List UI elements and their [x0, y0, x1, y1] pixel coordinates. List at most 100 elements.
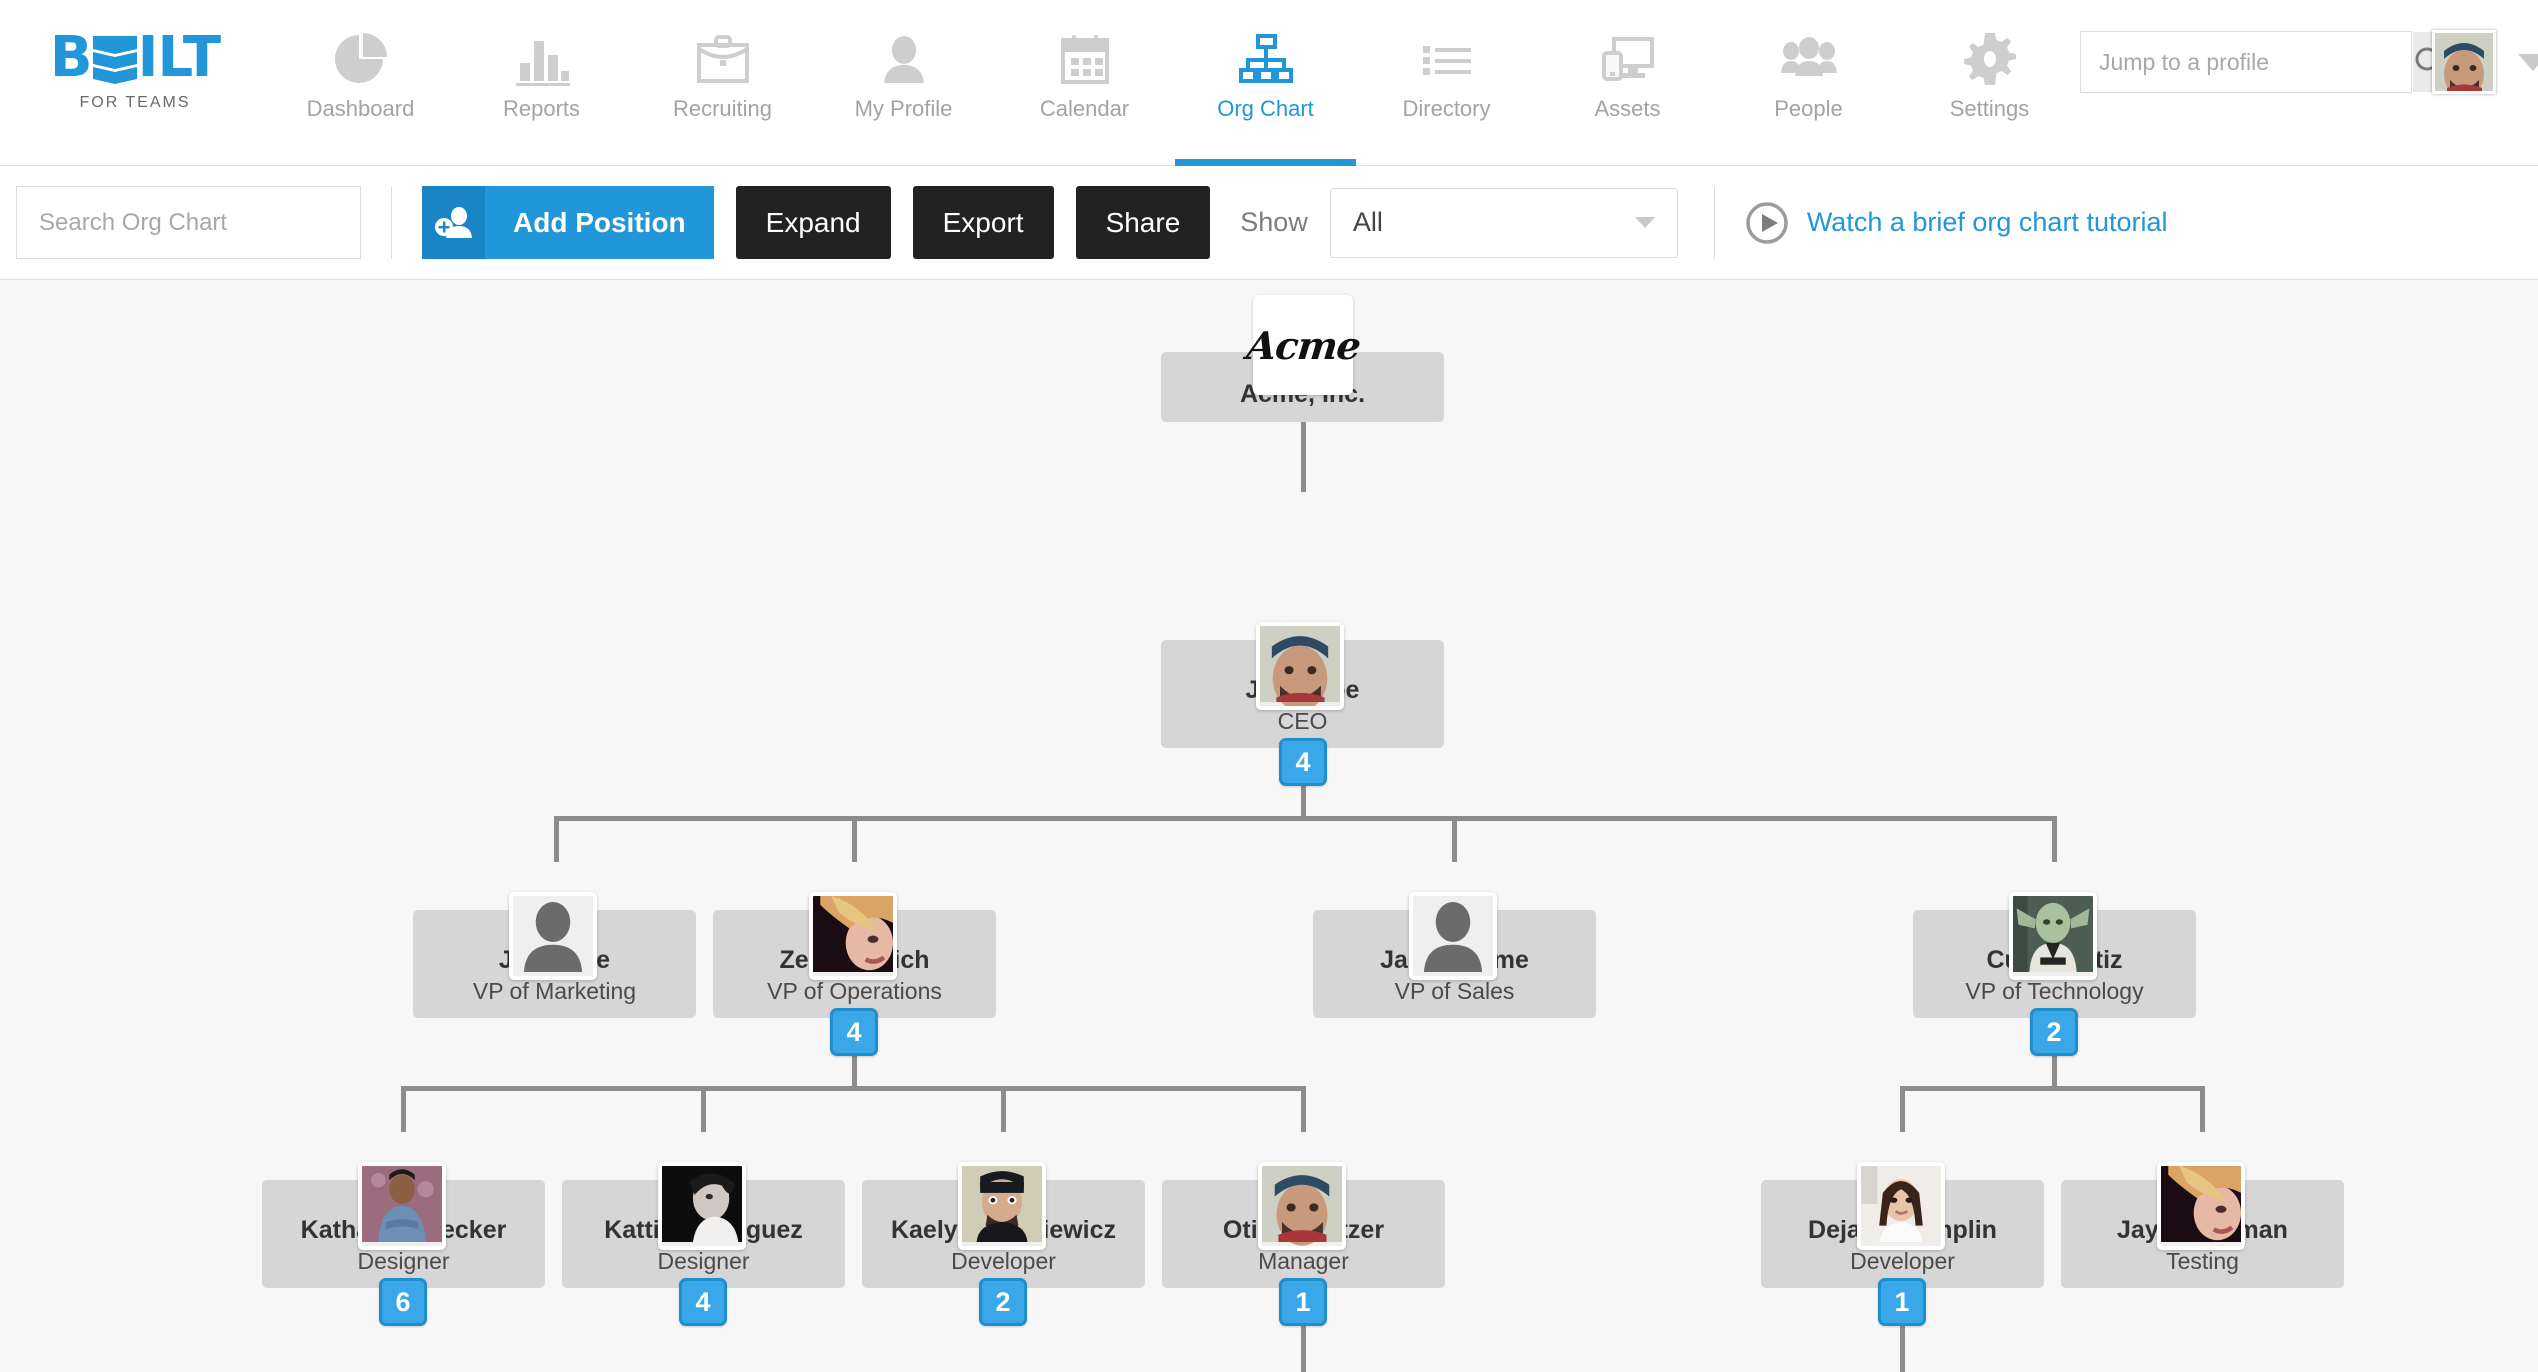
nav-item-directory[interactable]: Directory — [1356, 14, 1537, 166]
photo-curtis — [2013, 896, 2093, 972]
nav-label-directory: Directory — [1402, 96, 1491, 121]
brand-logo-mark: B ILT — [50, 30, 221, 86]
org-node-title-james: VP of Sales — [1394, 977, 1515, 1004]
bar-chart-icon — [514, 28, 570, 90]
edge-to-kattie — [701, 1086, 706, 1132]
nav-label-org-chart: Org Chart — [1217, 96, 1314, 121]
show-filter-value: All — [1352, 207, 1383, 237]
org-node-photo-dejah[interactable] — [1857, 1162, 1945, 1250]
edge-to-otilia — [1301, 1086, 1306, 1132]
photo-kaelyn — [962, 1166, 1042, 1242]
photo-dejah — [1861, 1166, 1941, 1242]
photo-john — [1260, 626, 1340, 706]
org-node-title-kattie: Designer — [657, 1247, 750, 1274]
photo-zena — [813, 896, 893, 972]
acme-logo-icon: Acme — [1244, 295, 1362, 395]
nav-item-calendar[interactable]: Calendar — [994, 14, 1175, 166]
pie-chart-icon — [333, 28, 389, 90]
chevron-down-icon — [1634, 217, 1655, 228]
org-node-title-janedoe: VP of Marketing — [472, 977, 637, 1004]
edge-acme-johndoe — [1301, 422, 1306, 492]
edge-to-katharina — [401, 1086, 406, 1132]
org-node-count-otilia[interactable]: 1 — [1279, 1278, 1327, 1326]
placeholder-person-icon — [1413, 896, 1493, 972]
org-node-count-johndoe[interactable]: 4 — [1279, 738, 1327, 786]
brick-icon-svg — [92, 36, 137, 84]
brand-logo[interactable]: B ILT FOR TEAMS — [0, 0, 270, 112]
nav-items: Dashboard Reports Recruiting My Profile … — [270, 0, 2080, 166]
org-node-title-zena: VP of Operations — [767, 977, 942, 1004]
photo-jayde — [2161, 1166, 2241, 1242]
org-node-photo-johndoe[interactable] — [1256, 622, 1344, 710]
edge-to-janedoe — [554, 816, 559, 862]
org-node-title-jayde: Testing — [2166, 1247, 2239, 1274]
nav-item-assets[interactable]: Assets — [1537, 14, 1718, 166]
toolbar-divider-2 — [1713, 186, 1715, 259]
show-filter-label: Show — [1240, 207, 1308, 237]
nav-label-calendar: Calendar — [1039, 96, 1130, 121]
org-node-photo-kattie[interactable] — [658, 1162, 746, 1250]
person-icon — [876, 28, 932, 90]
edge-dejah-down — [1900, 1320, 1905, 1372]
people-group-icon — [1780, 28, 1837, 90]
org-node-photo-otilia[interactable] — [1258, 1162, 1346, 1250]
expand-button[interactable]: Expand — [735, 186, 891, 259]
nav-label-dashboard: Dashboard — [306, 96, 415, 121]
search-org-chart-input[interactable] — [16, 186, 361, 259]
brick-icon — [92, 32, 137, 84]
org-node-count-dejah[interactable]: 1 — [1878, 1278, 1926, 1326]
nav-item-recruiting[interactable]: Recruiting — [632, 14, 813, 166]
edge-to-curtis — [2052, 816, 2057, 862]
edge-to-dejah — [1900, 1086, 1905, 1132]
nav-item-settings[interactable]: Settings — [1899, 14, 2080, 166]
org-node-photo-janedoe[interactable] — [509, 892, 597, 980]
tutorial-link[interactable]: Watch a brief org chart tutorial — [1745, 201, 2167, 245]
photo-otilia — [1262, 1166, 1342, 1246]
org-node-count-kaelyn[interactable]: 2 — [979, 1278, 1027, 1326]
edge-to-kaelyn — [1001, 1086, 1006, 1132]
jump-to-profile-input[interactable] — [2081, 32, 2413, 92]
nav-label-settings: Settings — [1949, 96, 2030, 121]
share-button[interactable]: Share — [1075, 186, 1211, 259]
nav-right-group — [2080, 0, 2538, 94]
org-node-photo-katharina[interactable] — [358, 1162, 446, 1250]
org-node-title-curtis: VP of Technology — [1965, 977, 2144, 1004]
edge-to-zena — [852, 816, 857, 862]
photo-katharina — [362, 1166, 442, 1242]
nav-item-reports[interactable]: Reports — [451, 14, 632, 166]
org-node-count-kattie[interactable]: 4 — [679, 1278, 727, 1326]
nav-item-people[interactable]: People — [1718, 14, 1899, 166]
list-icon — [1419, 28, 1475, 90]
org-chart-toolbar: Add Position Expand Export Share Show Al… — [0, 166, 2538, 280]
org-node-photo-james[interactable] — [1409, 892, 1497, 980]
show-filter-select[interactable]: All — [1329, 187, 1678, 258]
user-avatar-photo — [2435, 33, 2493, 91]
nav-item-my-profile[interactable]: My Profile — [813, 14, 994, 166]
org-node-photo-jayde[interactable] — [2157, 1162, 2245, 1250]
org-node-photo-zena[interactable] — [809, 892, 897, 980]
org-node-photo-kaelyn[interactable] — [958, 1162, 1046, 1250]
org-node-count-katharina[interactable]: 6 — [379, 1278, 427, 1326]
org-chart-canvas[interactable]: Acme Acme, Inc. John Doe CEO 4 — [0, 280, 2538, 1372]
nav-item-org-chart[interactable]: Org Chart — [1175, 14, 1356, 166]
devices-icon — [1600, 28, 1656, 90]
edge-otilia-down — [1301, 1320, 1306, 1372]
toolbar-divider-1 — [391, 186, 392, 259]
org-node-title-otilia: Manager — [1258, 1247, 1349, 1274]
nav-label-recruiting: Recruiting — [672, 96, 773, 121]
user-avatar[interactable] — [2432, 30, 2496, 94]
user-menu-chevron-down-icon[interactable] — [2518, 53, 2538, 71]
nav-label-people: People — [1774, 96, 1843, 121]
edge-to-jayde — [2200, 1086, 2205, 1132]
org-node-title-dejah: Developer — [1850, 1247, 1955, 1274]
export-button[interactable]: Export — [912, 186, 1054, 259]
calendar-icon — [1057, 28, 1113, 90]
add-person-icon — [422, 186, 485, 259]
org-node-count-curtis[interactable]: 2 — [2030, 1008, 2078, 1056]
org-node-title-katharina: Designer — [357, 1247, 450, 1274]
org-node-count-zena[interactable]: 4 — [830, 1008, 878, 1056]
add-position-button[interactable]: Add Position — [422, 186, 714, 259]
photo-kattie — [662, 1166, 742, 1242]
nav-item-dashboard[interactable]: Dashboard — [270, 14, 451, 166]
org-node-photo-curtis[interactable] — [2009, 892, 2097, 980]
